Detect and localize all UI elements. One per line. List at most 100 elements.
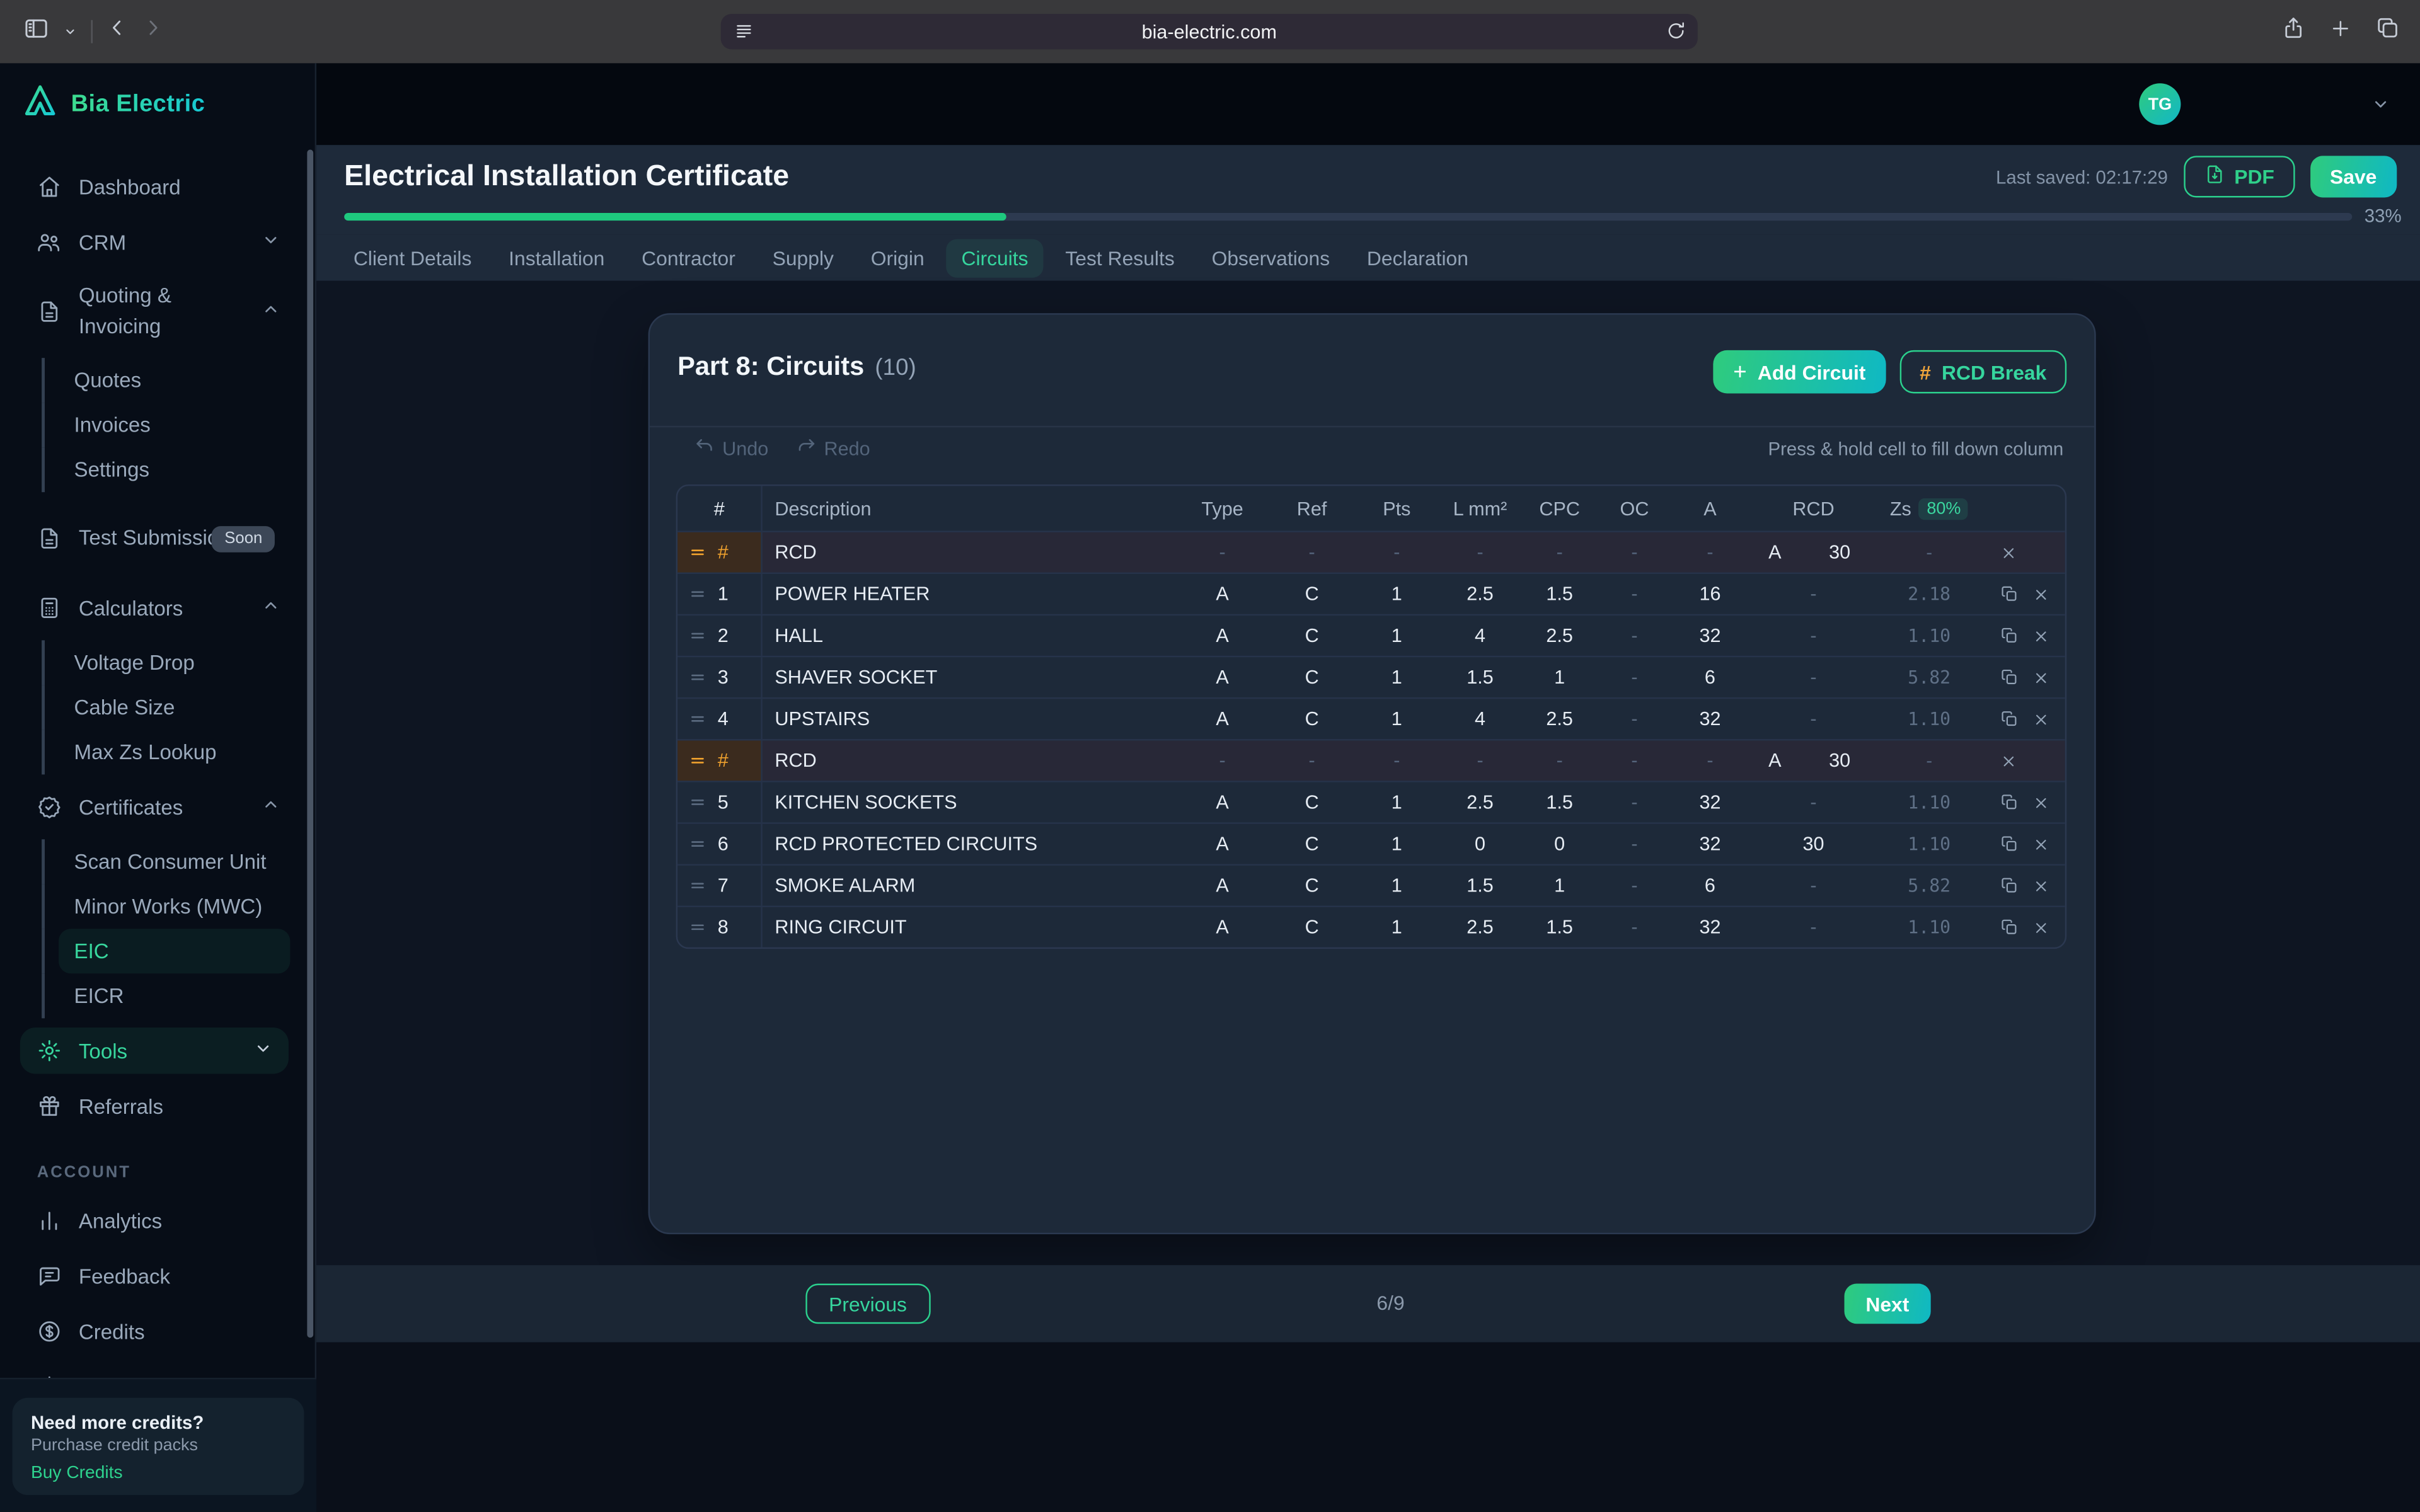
- type-cell[interactable]: A: [1176, 583, 1269, 605]
- drag-handle-icon[interactable]: [688, 626, 706, 644]
- sidebar-item-eicr[interactable]: EICR: [0, 973, 315, 1018]
- table-cell-empty[interactable]: -: [1522, 750, 1598, 771]
- sidebar-item-max-zs-lookup[interactable]: Max Zs Lookup: [0, 730, 315, 774]
- type-cell[interactable]: A: [1176, 833, 1269, 854]
- row-number-cell[interactable]: #: [677, 741, 763, 781]
- pdf-button[interactable]: PDF: [2183, 156, 2294, 197]
- amps-cell[interactable]: 16: [1671, 583, 1748, 605]
- rcd-cell[interactable]: A30: [1749, 750, 1879, 771]
- buy-credits-link[interactable]: Buy Credits: [31, 1464, 285, 1482]
- sidebar-item-credits[interactable]: Credits: [0, 1309, 315, 1354]
- chevron-up-icon[interactable]: [261, 794, 281, 819]
- row-number-cell[interactable]: 3: [677, 657, 763, 697]
- cpc-cell[interactable]: 1.5: [1522, 583, 1598, 605]
- duplicate-row-icon[interactable]: [2000, 626, 2019, 644]
- ref-cell[interactable]: C: [1269, 833, 1355, 854]
- sidebar-item-analytics[interactable]: Analytics: [0, 1197, 315, 1243]
- oc-cell[interactable]: -: [1598, 583, 1672, 605]
- add-circuit-button[interactable]: + Add Circuit: [1713, 350, 1886, 394]
- pts-cell[interactable]: 1: [1355, 583, 1438, 605]
- reader-icon[interactable]: [733, 20, 754, 47]
- live-cell[interactable]: 2.5: [1438, 791, 1521, 813]
- duplicate-row-icon[interactable]: [2000, 876, 2019, 895]
- tab-declaration[interactable]: Declaration: [1351, 238, 1484, 277]
- live-cell[interactable]: 4: [1438, 625, 1521, 646]
- rcd-cell[interactable]: -: [1749, 791, 1879, 813]
- tab-client-details[interactable]: Client Details: [338, 238, 487, 277]
- live-cell[interactable]: 4: [1438, 708, 1521, 730]
- duplicate-row-icon[interactable]: [2000, 835, 2019, 853]
- live-cell[interactable]: 1.5: [1438, 667, 1521, 688]
- delete-row-icon[interactable]: [2032, 794, 2049, 811]
- description-cell[interactable]: SHAVER SOCKET: [763, 667, 1176, 688]
- rcd-cell[interactable]: -: [1749, 583, 1879, 605]
- sidebar-item-quotes[interactable]: Quotes: [0, 358, 315, 403]
- row-number-cell[interactable]: 8: [677, 907, 763, 948]
- duplicate-row-icon[interactable]: [2000, 668, 2019, 686]
- cpc-cell[interactable]: 0: [1522, 833, 1598, 854]
- duplicate-row-icon[interactable]: [2000, 585, 2019, 603]
- rcd-cell[interactable]: -: [1749, 875, 1879, 896]
- chevron-up-icon[interactable]: [261, 299, 281, 324]
- drag-handle-icon[interactable]: [688, 668, 706, 686]
- live-cell[interactable]: 2.5: [1438, 917, 1521, 938]
- duplicate-row-icon[interactable]: [2000, 710, 2019, 728]
- duplicate-row-icon[interactable]: [2000, 793, 2019, 811]
- duplicate-row-icon[interactable]: [2000, 918, 2019, 936]
- delete-row-icon[interactable]: [2032, 669, 2049, 686]
- table-cell-empty[interactable]: -: [1438, 542, 1521, 563]
- row-number-cell[interactable]: 2: [677, 616, 763, 656]
- tab-installation[interactable]: Installation: [493, 238, 620, 277]
- cpc-cell[interactable]: 1.5: [1522, 791, 1598, 813]
- delete-row-icon[interactable]: [2032, 627, 2049, 644]
- sidebar-scrollbar[interactable]: [307, 150, 313, 1338]
- chevron-up-icon[interactable]: [261, 595, 281, 620]
- pts-cell[interactable]: 1: [1355, 667, 1438, 688]
- table-cell-empty[interactable]: -: [1522, 542, 1598, 563]
- avatar[interactable]: TG: [2139, 83, 2181, 125]
- table-cell-empty[interactable]: -: [1176, 750, 1269, 771]
- description-cell[interactable]: RCD: [763, 750, 1176, 771]
- sidebar-item-calculators[interactable]: Calculators: [0, 585, 315, 631]
- table-cell-empty[interactable]: -: [1355, 750, 1438, 771]
- delete-row-icon[interactable]: [2032, 877, 2049, 894]
- tab-circuits[interactable]: Circuits: [946, 238, 1044, 277]
- previous-button[interactable]: Previous: [805, 1284, 930, 1324]
- tab-observations[interactable]: Observations: [1196, 238, 1345, 277]
- sidebar-item-tools[interactable]: Tools: [20, 1028, 289, 1074]
- table-cell-empty[interactable]: -: [1671, 542, 1748, 563]
- table-cell-empty[interactable]: -: [1598, 542, 1672, 563]
- chevron-down-icon[interactable]: [261, 230, 281, 255]
- oc-cell[interactable]: -: [1598, 791, 1672, 813]
- share-icon[interactable]: [2281, 15, 2306, 47]
- drag-handle-icon[interactable]: [688, 585, 706, 603]
- drag-handle-icon[interactable]: [688, 876, 706, 895]
- tab-origin[interactable]: Origin: [855, 238, 940, 277]
- pts-cell[interactable]: 1: [1355, 833, 1438, 854]
- tab-contractor[interactable]: Contractor: [626, 238, 751, 277]
- sidebar-item-settings[interactable]: Settings: [0, 1364, 315, 1378]
- type-cell[interactable]: A: [1176, 667, 1269, 688]
- table-cell-empty[interactable]: -: [1269, 542, 1355, 563]
- pts-cell[interactable]: 1: [1355, 917, 1438, 938]
- cpc-cell[interactable]: 2.5: [1522, 625, 1598, 646]
- amps-cell[interactable]: 32: [1671, 833, 1748, 854]
- drag-handle-icon[interactable]: [688, 543, 706, 561]
- ref-cell[interactable]: C: [1269, 667, 1355, 688]
- sidebar-item-certificates[interactable]: Certificates: [0, 784, 315, 830]
- delete-row-icon[interactable]: [2000, 752, 2017, 769]
- rcd-cell[interactable]: -: [1749, 625, 1879, 646]
- tab-overview-icon[interactable]: [2375, 15, 2400, 47]
- type-cell[interactable]: A: [1176, 708, 1269, 730]
- pts-cell[interactable]: 1: [1355, 875, 1438, 896]
- ref-cell[interactable]: C: [1269, 875, 1355, 896]
- row-number-cell[interactable]: #: [677, 532, 763, 573]
- amps-cell[interactable]: 6: [1671, 667, 1748, 688]
- pts-cell[interactable]: 1: [1355, 625, 1438, 646]
- sidebar-item-voltage-drop[interactable]: Voltage Drop: [0, 640, 315, 685]
- amps-cell[interactable]: 32: [1671, 791, 1748, 813]
- oc-cell[interactable]: -: [1598, 667, 1672, 688]
- oc-cell[interactable]: -: [1598, 875, 1672, 896]
- type-cell[interactable]: A: [1176, 917, 1269, 938]
- live-cell[interactable]: 0: [1438, 833, 1521, 854]
